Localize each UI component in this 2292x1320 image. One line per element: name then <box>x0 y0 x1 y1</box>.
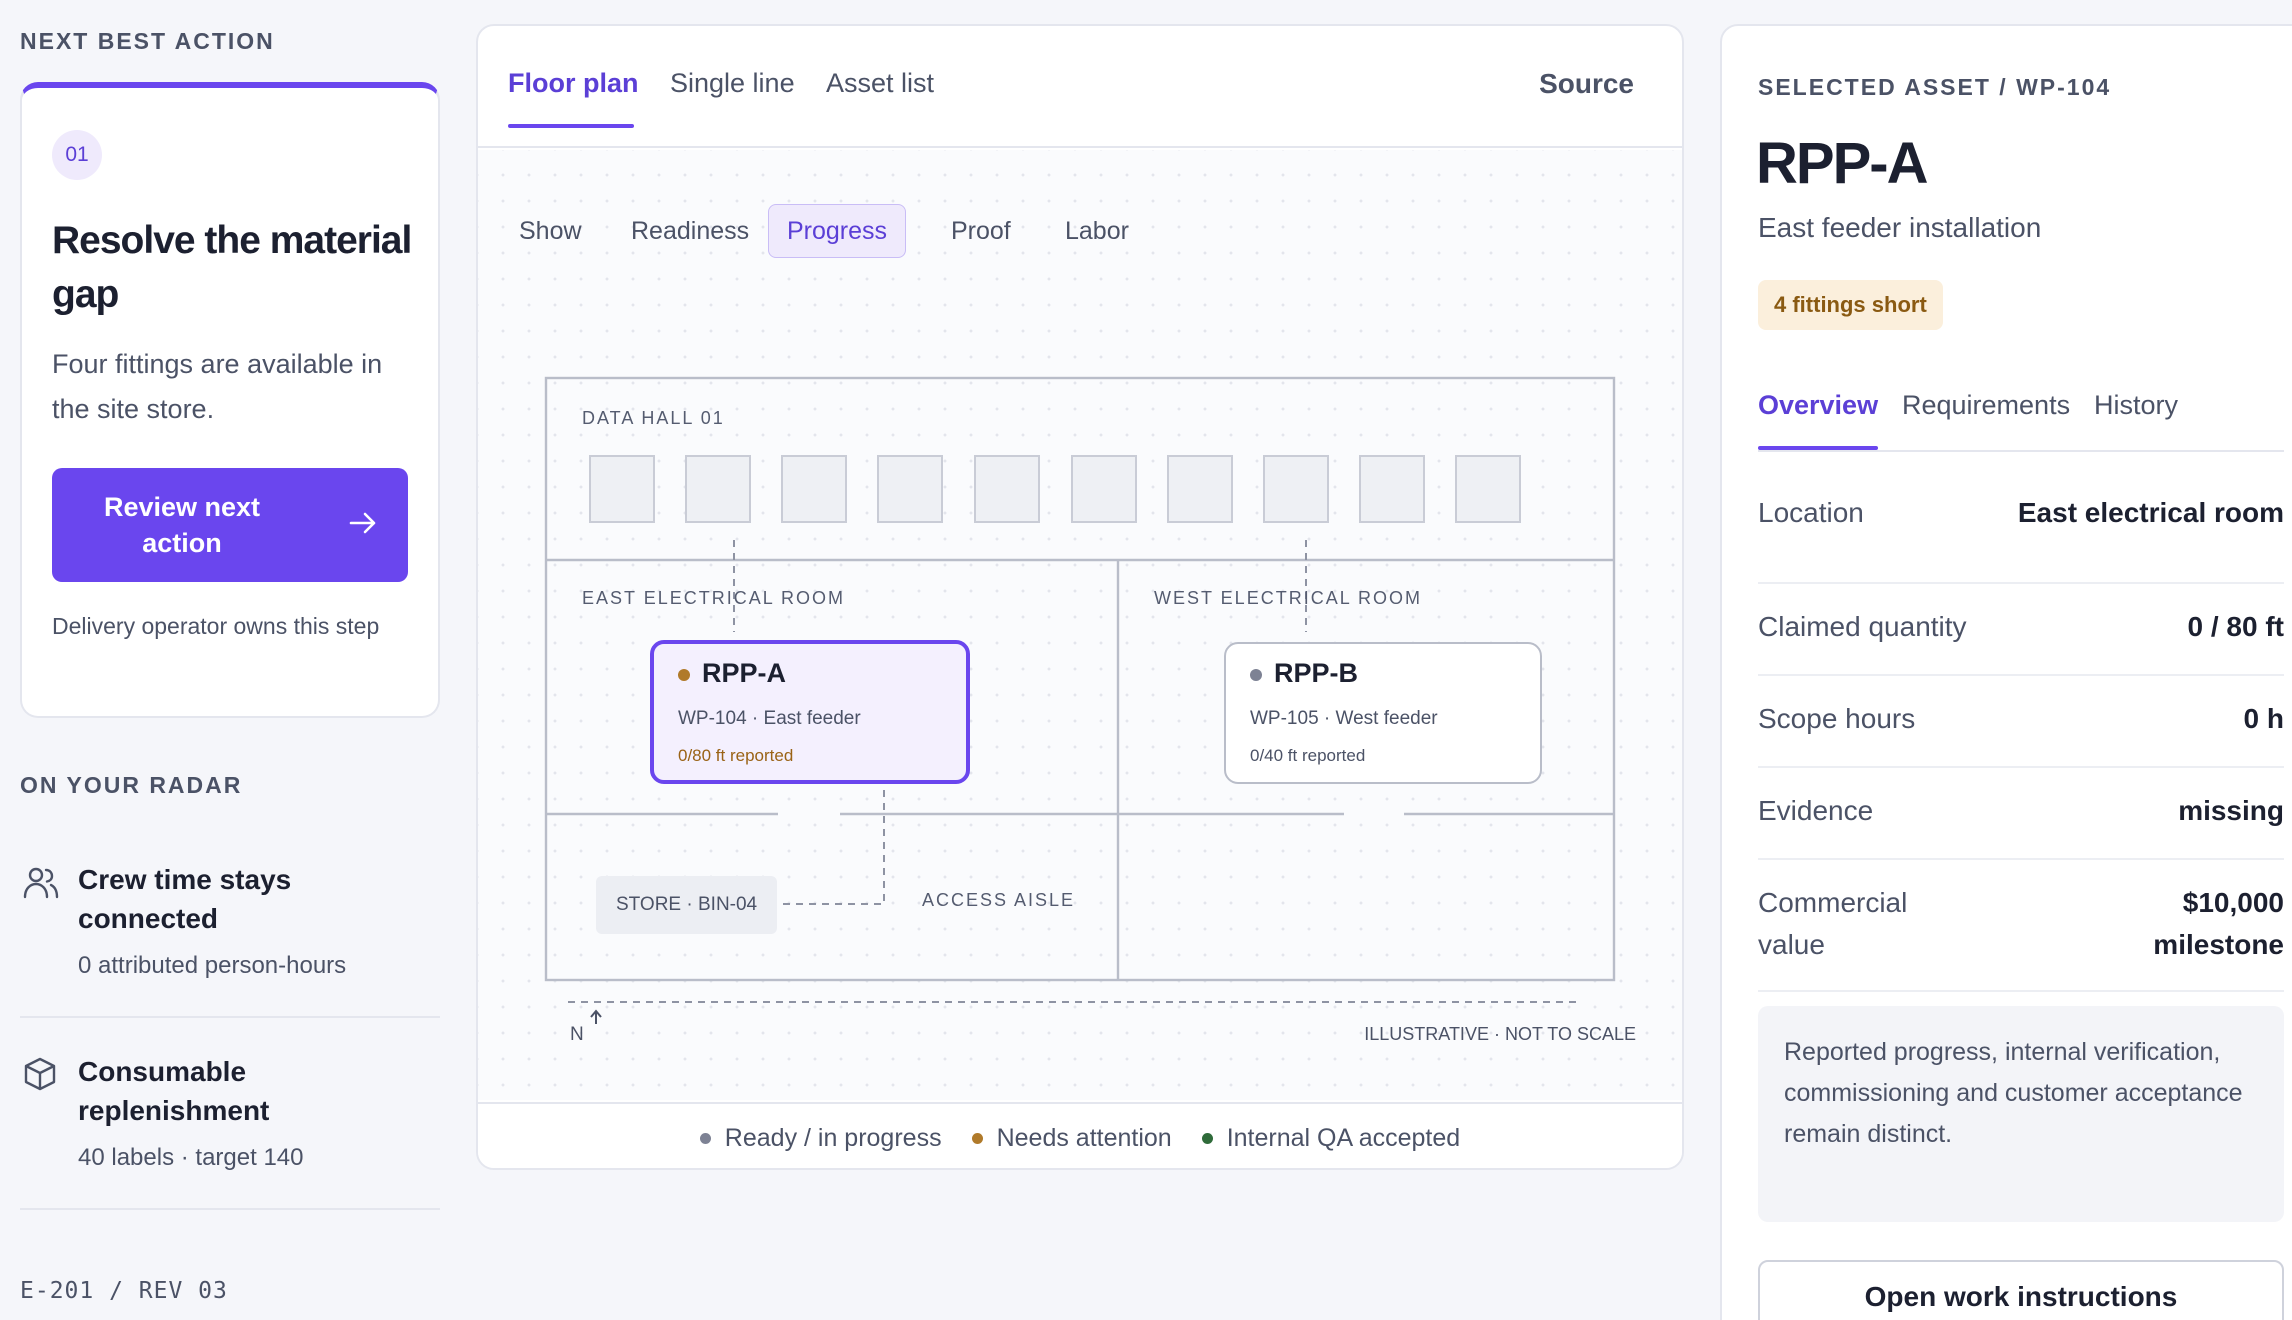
tab-single-line[interactable]: Single line <box>670 68 795 99</box>
divider <box>1758 450 2284 452</box>
data-hall-label: DATA HALL 01 <box>582 408 725 428</box>
next-best-action-column: NEXT BEST ACTION 01 Resolve the material… <box>20 0 440 1320</box>
detail-row-commercial-value: Commercial value $10,000 milestone <box>1758 860 2284 992</box>
east-room-label: EAST ELECTRICAL ROOM <box>582 588 846 608</box>
radar-item-subtitle: 40 labels · target 140 <box>78 1144 304 1171</box>
legend-item: Internal QA accepted <box>1201 1123 1461 1153</box>
action-owner-note: Delivery operator owns this step <box>52 613 380 639</box>
asset-package: WP-105 · West feeder <box>1250 708 1438 729</box>
drawing-reference: E-201 / REV 03 <box>20 1278 228 1304</box>
next-best-action-card: 01 Resolve the material gap Four fitting… <box>20 82 440 718</box>
radar-item-crew-time[interactable]: Crew time stays connected 0 attributed p… <box>20 860 440 1000</box>
box-icon <box>24 1057 56 1091</box>
legend-dot <box>699 1132 711 1144</box>
status-legend: Ready / in progress Needs attention Inte… <box>478 1102 1682 1168</box>
detail-value: $10,000 milestone <box>2153 887 2284 960</box>
tab-history[interactable]: History <box>2094 390 2178 421</box>
west-room-label: WEST ELECTRICAL ROOM <box>1154 588 1423 608</box>
radar-item-title: Consumable replenishment <box>78 1056 270 1126</box>
radar-item-consumables[interactable]: Consumable replenishment 40 labels · tar… <box>20 1052 440 1192</box>
active-tab-indicator <box>508 124 634 128</box>
detail-key: Claimed quantity <box>1758 611 1967 642</box>
asset-name: RPP-A <box>678 658 786 689</box>
legend-item: Needs attention <box>971 1123 1172 1153</box>
detail-key: Scope hours <box>1758 703 1916 734</box>
detail-key: Location <box>1758 497 1864 528</box>
divider <box>20 1016 440 1018</box>
needs-attention-dot <box>678 669 690 681</box>
detail-value: missing <box>2178 795 2284 826</box>
legend-label: Needs attention <box>996 1123 1172 1152</box>
floor-plan-canvas: Show Readiness Progress Proof Labor DATA… <box>478 150 1682 1100</box>
drawing-panel: Floor plan Single line Asset list Source… <box>476 24 1684 1170</box>
scale-note: ILLUSTRATIVE · NOT TO SCALE <box>1364 1024 1636 1044</box>
detail-row-location: Location East electrical room <box>1758 492 2284 584</box>
legend-item: Ready / in progress <box>699 1123 942 1153</box>
detail-key: Commercial value <box>1758 887 1908 960</box>
detail-row-scope-hours: Scope hours 0 h <box>1758 676 2284 768</box>
tab-overview[interactable]: Overview <box>1758 390 1878 421</box>
asset-card-rpp-a[interactable]: RPP-A WP-104 · East feeder 0/80 ft repor… <box>650 640 970 784</box>
people-icon <box>23 867 59 899</box>
selected-asset-breadcrumb: SELECTED ASSET / WP-104 <box>1758 74 2112 100</box>
asset-card-rpp-b[interactable]: RPP-B WP-105 · West feeder 0/40 ft repor… <box>1224 642 1542 784</box>
legend-label: Ready / in progress <box>724 1123 942 1152</box>
divider <box>20 1208 440 1210</box>
review-next-action-button[interactable]: Review next action <box>52 468 408 582</box>
asset-package: WP-104 · East feeder <box>678 708 861 729</box>
next-best-action-heading: NEXT BEST ACTION <box>20 28 275 54</box>
detail-value: East electrical room <box>2017 497 2284 528</box>
detail-value: 0 h <box>2243 703 2284 734</box>
radar-heading: ON YOUR RADAR <box>20 772 243 798</box>
asset-progress: 0/40 ft reported <box>1250 746 1366 765</box>
open-work-instructions-button[interactable]: Open work instructions <box>1758 1260 2284 1320</box>
asset-detail-panel: SELECTED ASSET / WP-104 RPP-A East feede… <box>1720 24 2292 1320</box>
status-note: Reported progress, internal verification… <box>1758 1006 2284 1222</box>
radar-item-subtitle: 0 attributed person-hours <box>78 952 347 979</box>
access-aisle-label: ACCESS AISLE <box>922 890 1076 910</box>
legend-label: Internal QA accepted <box>1226 1123 1461 1152</box>
review-button-label: Review next action <box>103 492 261 558</box>
asset-progress: 0/80 ft reported <box>678 746 794 765</box>
legend-dot <box>1201 1132 1213 1144</box>
store-bin-tag[interactable]: STORE · BIN-04 <box>596 876 778 934</box>
tab-floor-plan[interactable]: Floor plan <box>508 68 639 99</box>
asset-name: RPP-B <box>1250 658 1358 689</box>
ready-dot <box>1250 669 1262 681</box>
detail-value: 0 / 80 ft <box>2187 611 2284 642</box>
tab-asset-list[interactable]: Asset list <box>826 68 934 99</box>
step-badge: 01 <box>52 130 102 180</box>
legend-dot <box>971 1132 983 1144</box>
north-indicator: N <box>570 1024 584 1045</box>
detail-row-claimed-quantity: Claimed quantity 0 / 80 ft <box>1758 584 2284 676</box>
source-button[interactable]: Source <box>1539 68 1634 100</box>
floor-plan-drawing <box>544 376 1616 1024</box>
detail-row-evidence: Evidence missing <box>1758 768 2284 860</box>
view-tabs: Floor plan Single line Asset list Source <box>478 26 1682 148</box>
asset-subtitle: East feeder installation <box>1758 212 2042 243</box>
tab-requirements[interactable]: Requirements <box>1902 390 2070 421</box>
status-badge: 4 fittings short <box>1758 280 1943 330</box>
action-description: Four fittings are available in the site … <box>52 349 383 424</box>
arrow-right-icon <box>349 512 376 534</box>
detail-key: Evidence <box>1758 795 1874 826</box>
radar-item-title: Crew time stays connected <box>78 864 292 934</box>
asset-title: RPP-A <box>1756 131 1928 196</box>
action-title: Resolve the material gap <box>52 219 412 316</box>
